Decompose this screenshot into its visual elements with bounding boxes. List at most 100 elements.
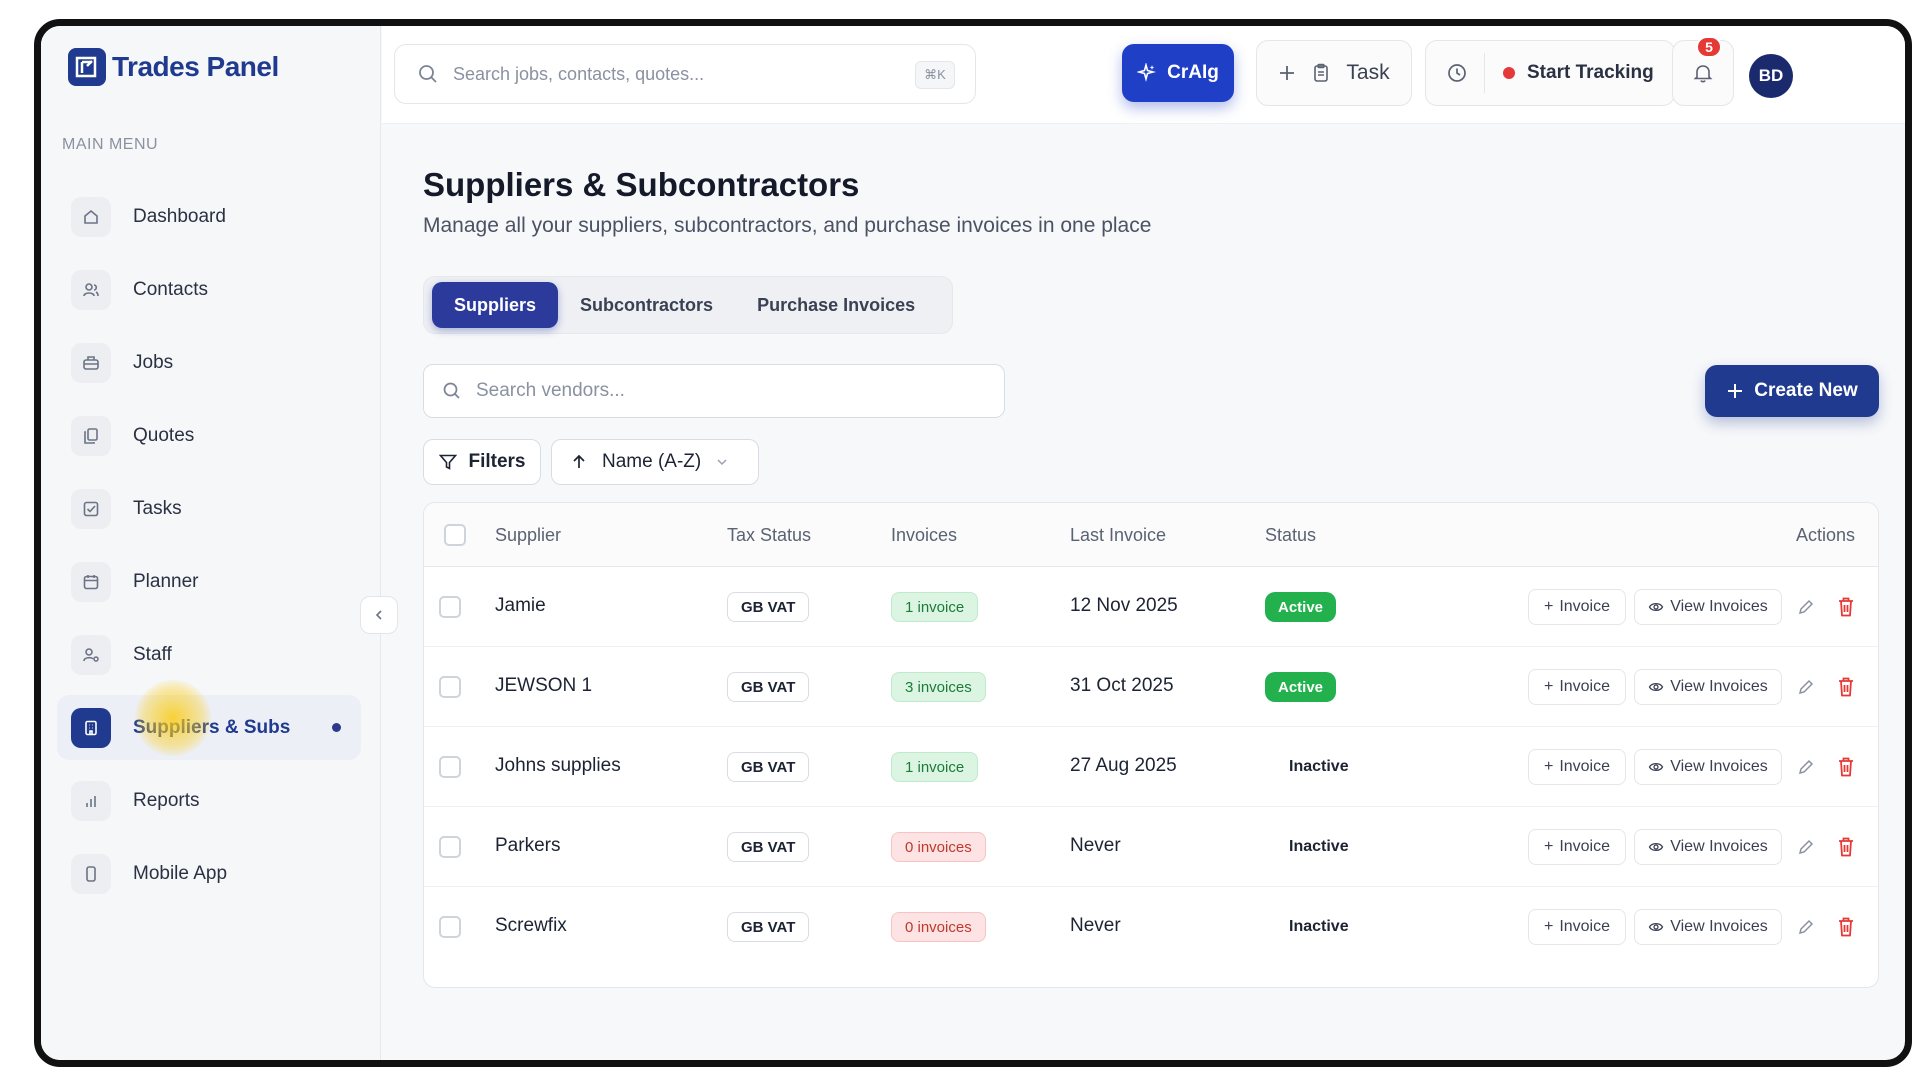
view-invoices-button[interactable]: View Invoices bbox=[1634, 589, 1782, 625]
table-row[interactable]: Johns supplies GB VAT 1 invoice 27 Aug 2… bbox=[424, 727, 1878, 807]
edit-icon[interactable] bbox=[1794, 675, 1818, 699]
clock-icon bbox=[1448, 64, 1466, 82]
delete-icon[interactable] bbox=[1834, 834, 1858, 860]
filters-button[interactable]: Filters bbox=[423, 439, 541, 485]
sidebar-nav: Dashboard Contacts Jobs Quotes Tasks Pla… bbox=[57, 184, 361, 914]
divider bbox=[1484, 53, 1485, 93]
edit-icon[interactable] bbox=[1794, 755, 1818, 779]
supplier-name[interactable]: Jamie bbox=[495, 595, 546, 617]
status-badge: Active bbox=[1265, 672, 1337, 702]
sidebar-item-staff[interactable]: Staff bbox=[57, 622, 361, 687]
add-task-button[interactable]: Task bbox=[1256, 40, 1412, 106]
plus-icon: + bbox=[1543, 678, 1554, 695]
delete-icon[interactable] bbox=[1834, 914, 1858, 940]
app-window: Trades Panel MAIN MENU Dashboard Contact… bbox=[34, 19, 1912, 1067]
sidebar-item-mobile-app[interactable]: Mobile App bbox=[57, 841, 361, 906]
last-invoice-date: 31 Oct 2025 bbox=[1070, 675, 1174, 696]
supplier-name[interactable]: Johns supplies bbox=[495, 755, 621, 777]
checkbox-icon bbox=[71, 488, 111, 529]
table-row[interactable]: Jamie GB VAT 1 invoice 12 Nov 2025 Activ… bbox=[424, 567, 1878, 647]
view-invoices-label: View Invoices bbox=[1670, 918, 1768, 935]
add-invoice-button[interactable]: + Invoice bbox=[1528, 909, 1626, 945]
add-invoice-button[interactable]: + Invoice bbox=[1528, 669, 1626, 705]
tab-subcontractors[interactable]: Subcontractors bbox=[558, 282, 735, 328]
row-checkbox[interactable] bbox=[439, 596, 461, 618]
row-checkbox[interactable] bbox=[439, 756, 461, 778]
notification-count-badge: 5 bbox=[1696, 36, 1722, 58]
supplier-name[interactable]: JEWSON 1 bbox=[495, 675, 592, 697]
sidebar-item-jobs[interactable]: Jobs bbox=[57, 330, 361, 395]
page-title: Suppliers & Subcontractors bbox=[423, 166, 860, 203]
ai-assistant-button[interactable]: CrAIg bbox=[1122, 44, 1234, 102]
add-invoice-label: Invoice bbox=[1559, 758, 1611, 775]
sidebar-item-label: Dashboard bbox=[133, 205, 226, 227]
sidebar-item-dashboard[interactable]: Dashboard bbox=[57, 184, 361, 249]
table-row[interactable]: JEWSON 1 GB VAT 3 invoices 31 Oct 2025 A… bbox=[424, 647, 1878, 727]
tab-suppliers[interactable]: Suppliers bbox=[432, 282, 559, 328]
user-avatar[interactable]: BD bbox=[1749, 54, 1793, 98]
column-header-supplier[interactable]: Supplier bbox=[495, 525, 561, 546]
sidebar-item-label: Suppliers & Subs bbox=[133, 716, 291, 738]
page-subtitle: Manage all your suppliers, subcontractor… bbox=[423, 214, 1152, 237]
sidebar-item-reports[interactable]: Reports bbox=[57, 768, 361, 833]
add-invoice-label: Invoice bbox=[1559, 918, 1611, 935]
edit-icon[interactable] bbox=[1794, 915, 1818, 939]
select-all-checkbox[interactable] bbox=[444, 524, 466, 546]
delete-icon[interactable] bbox=[1834, 594, 1858, 620]
tab-purchase-invoices[interactable]: Purchase Invoices bbox=[735, 282, 937, 328]
main-menu-heading: MAIN MENU bbox=[62, 136, 159, 153]
view-invoices-button[interactable]: View Invoices bbox=[1634, 829, 1782, 865]
app-logo[interactable]: Trades Panel bbox=[68, 46, 279, 88]
delete-icon[interactable] bbox=[1834, 674, 1858, 700]
sidebar-item-label: Reports bbox=[133, 789, 200, 811]
column-header-tax-status[interactable]: Tax Status bbox=[727, 525, 811, 546]
sidebar-item-label: Tasks bbox=[133, 497, 182, 519]
phone-icon bbox=[71, 853, 111, 894]
sidebar-item-contacts[interactable]: Contacts bbox=[57, 257, 361, 322]
eye-icon bbox=[1648, 842, 1664, 852]
add-invoice-button[interactable]: + Invoice bbox=[1528, 829, 1626, 865]
add-invoice-label: Invoice bbox=[1559, 678, 1611, 695]
search-placeholder: Search jobs, contacts, quotes... bbox=[453, 63, 705, 84]
delete-icon[interactable] bbox=[1834, 754, 1858, 780]
add-invoice-button[interactable]: + Invoice bbox=[1528, 589, 1626, 625]
tax-status-badge: GB VAT bbox=[727, 832, 810, 862]
column-header-status[interactable]: Status bbox=[1265, 525, 1316, 546]
start-tracking-button[interactable]: Start Tracking bbox=[1425, 40, 1675, 106]
sidebar-item-planner[interactable]: Planner bbox=[57, 549, 361, 614]
status-badge: Inactive bbox=[1289, 918, 1349, 935]
edit-icon[interactable] bbox=[1794, 595, 1818, 619]
sidebar-item-label: Quotes bbox=[133, 424, 195, 446]
row-checkbox[interactable] bbox=[439, 916, 461, 938]
row-checkbox[interactable] bbox=[439, 836, 461, 858]
global-search-input[interactable]: Search jobs, contacts, quotes... ⌘K bbox=[394, 44, 976, 104]
eye-icon bbox=[1648, 762, 1664, 772]
view-invoices-button[interactable]: View Invoices bbox=[1634, 909, 1782, 945]
view-invoices-button[interactable]: View Invoices bbox=[1634, 749, 1782, 785]
table-row[interactable]: Parkers GB VAT 0 invoices Never Inactive… bbox=[424, 807, 1878, 887]
copy-icon bbox=[71, 415, 111, 456]
vendor-search-input[interactable]: Search vendors... bbox=[423, 364, 1005, 418]
view-invoices-button[interactable]: View Invoices bbox=[1634, 669, 1782, 705]
filters-label: Filters bbox=[468, 451, 526, 472]
sidebar-item-label: Mobile App bbox=[133, 862, 228, 884]
sidebar-item-suppliers[interactable]: Suppliers & Subs bbox=[57, 695, 361, 760]
create-new-button[interactable]: Create New bbox=[1705, 365, 1879, 417]
sort-dropdown[interactable]: Name (A-Z) bbox=[551, 439, 759, 485]
supplier-name[interactable]: Parkers bbox=[495, 835, 560, 857]
add-invoice-button[interactable]: + Invoice bbox=[1528, 749, 1626, 785]
supplier-name[interactable]: Screwfix bbox=[495, 915, 567, 937]
sidebar-item-tasks[interactable]: Tasks bbox=[57, 476, 361, 541]
column-header-last-invoice[interactable]: Last Invoice bbox=[1070, 525, 1166, 546]
column-header-invoices[interactable]: Invoices bbox=[891, 525, 957, 546]
status-badge: Active bbox=[1265, 592, 1337, 622]
sidebar-item-label: Jobs bbox=[133, 351, 174, 373]
edit-icon[interactable] bbox=[1794, 835, 1818, 859]
table-row[interactable]: Screwfix GB VAT 0 invoices Never Inactiv… bbox=[424, 887, 1878, 967]
search-icon bbox=[443, 382, 460, 399]
column-header-actions: Actions bbox=[1796, 525, 1856, 545]
collapse-sidebar-button[interactable] bbox=[360, 596, 398, 634]
sort-label: Name (A-Z) bbox=[602, 451, 702, 472]
sidebar-item-quotes[interactable]: Quotes bbox=[57, 403, 361, 468]
row-checkbox[interactable] bbox=[439, 676, 461, 698]
